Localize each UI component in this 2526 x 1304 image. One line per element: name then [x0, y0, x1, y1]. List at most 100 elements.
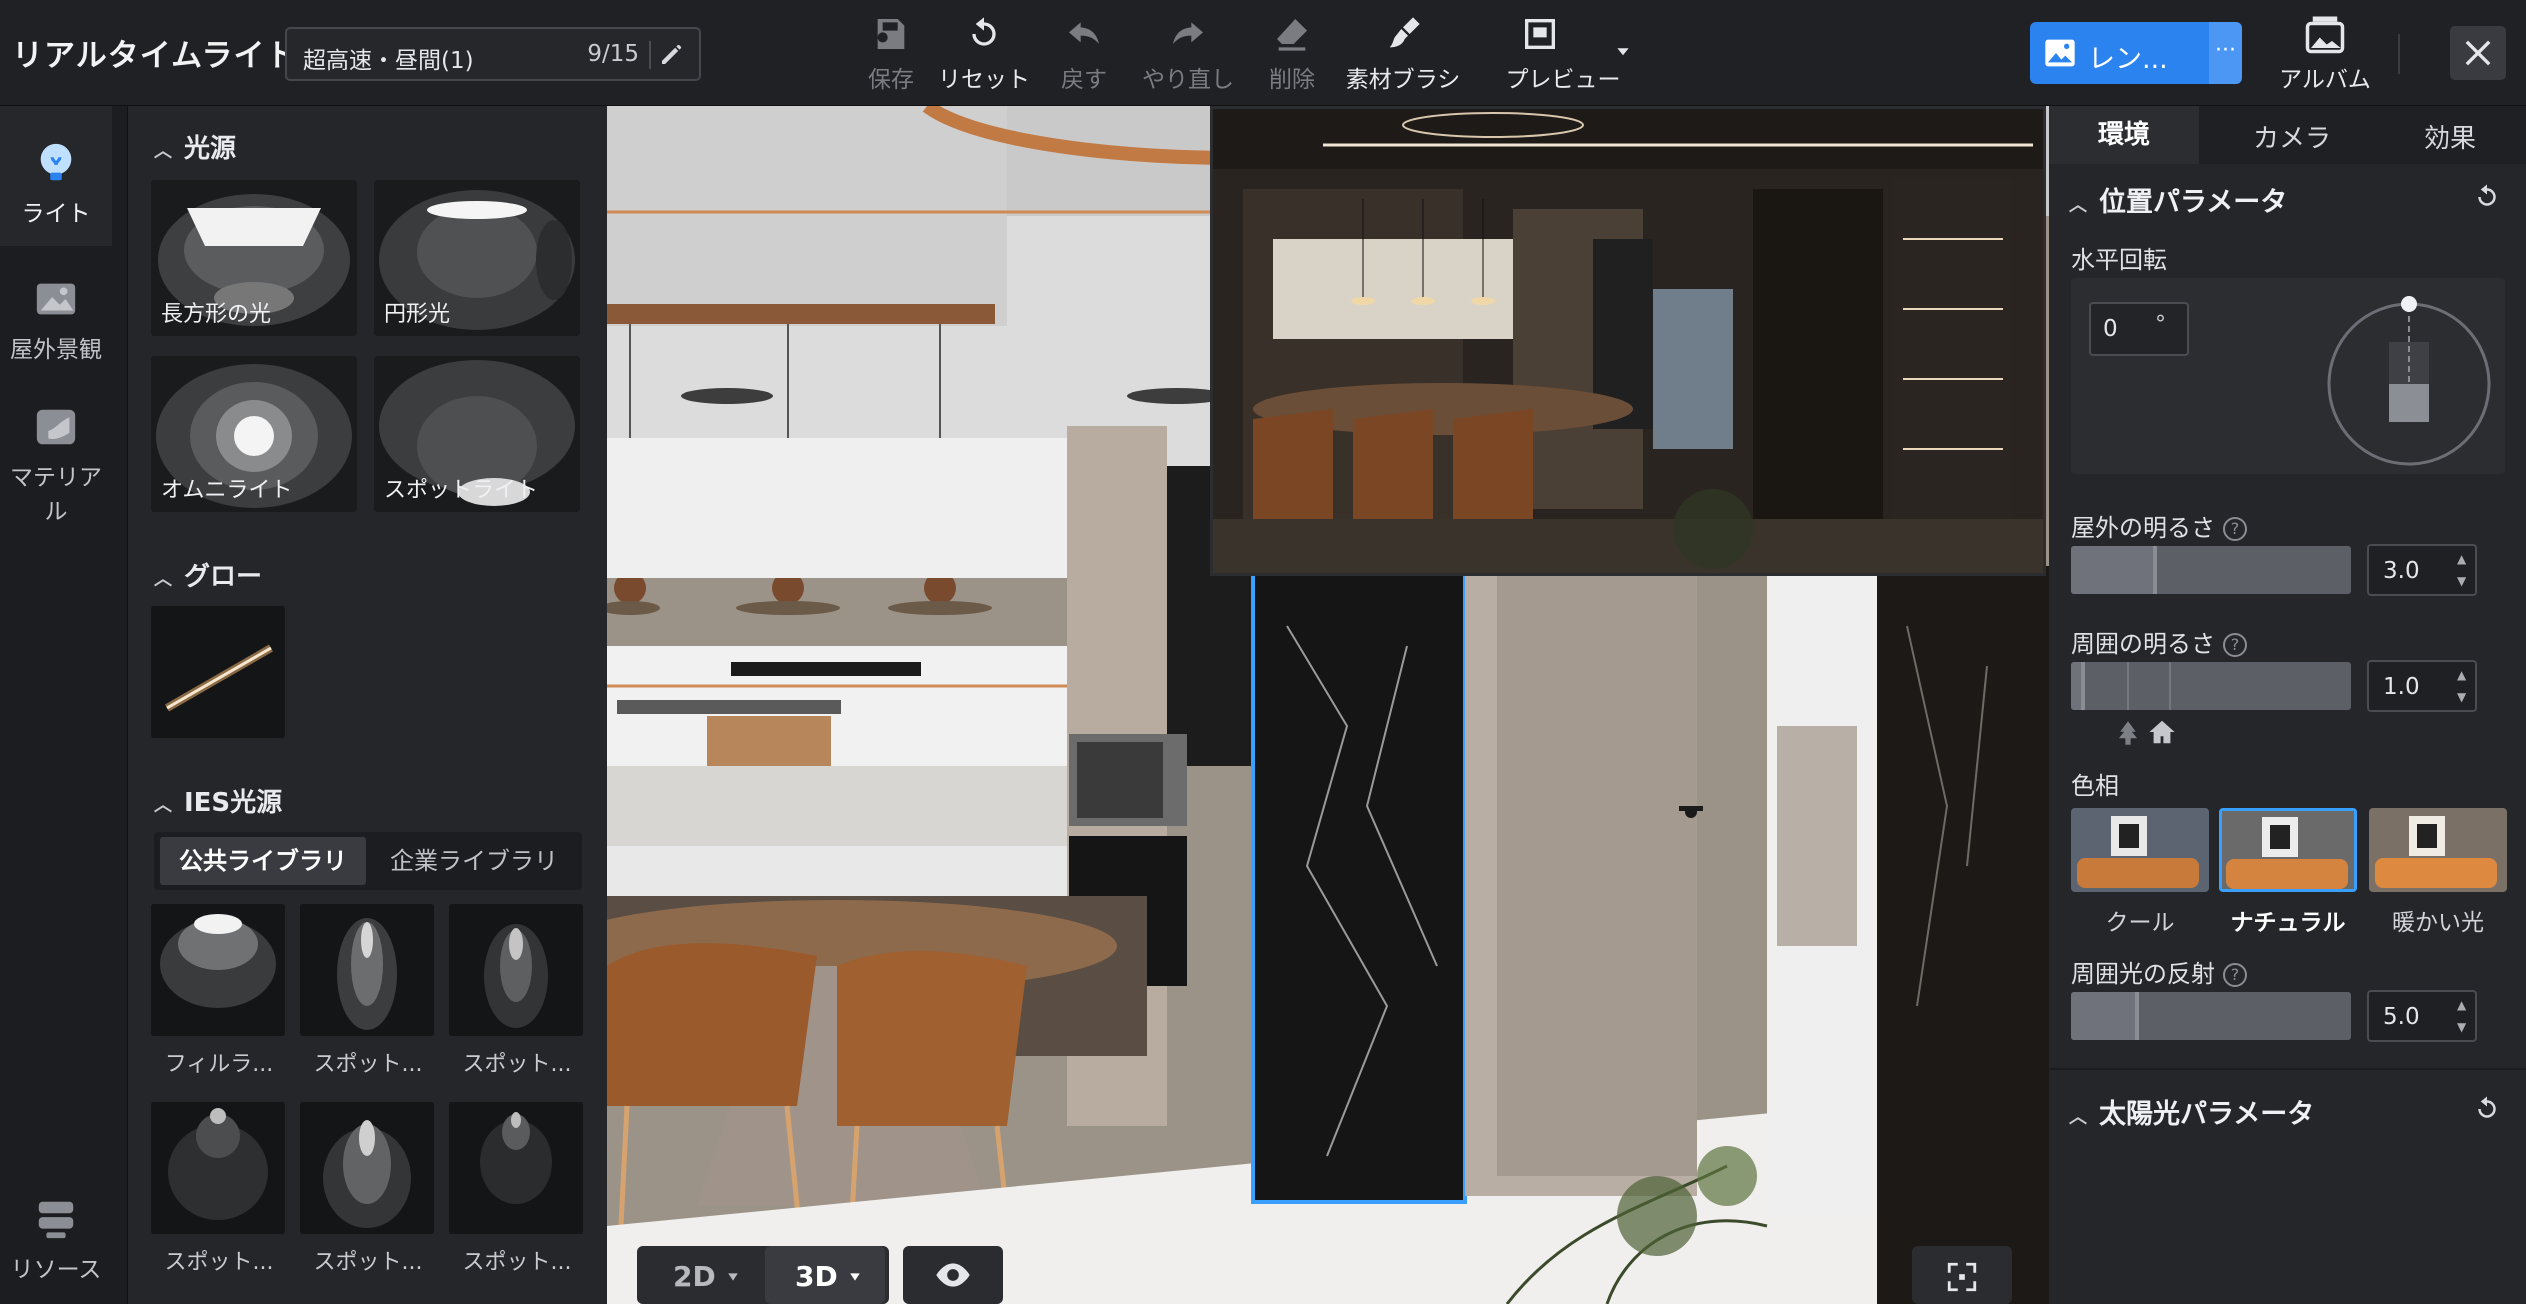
- slider-handle[interactable]: [2081, 662, 2085, 710]
- left-rail: ライト 屋外景観 マテリアル リソース: [0, 106, 128, 1304]
- ies-tile-5[interactable]: [300, 1102, 434, 1234]
- tab-public-library[interactable]: 公共ライブラリ: [160, 837, 366, 885]
- section-sunlight[interactable]: ︿ 太陽光パラメータ: [2069, 1092, 2314, 1131]
- home-icon: [2149, 720, 2175, 744]
- glow-tile-line[interactable]: [151, 606, 285, 738]
- hue-option-warm[interactable]: [2369, 808, 2507, 892]
- hue-label-cool: クール: [2105, 910, 2175, 936]
- preview-window[interactable]: [1210, 106, 2046, 576]
- app-title: リアルタイムライト: [12, 38, 298, 74]
- ies-label-1: フィルラ...: [164, 1052, 274, 1077]
- section-position[interactable]: ︿ 位置パラメータ: [2069, 180, 2287, 219]
- section-light-source[interactable]: ︿ 光源: [154, 128, 236, 165]
- chevron-up-icon: ︿: [154, 569, 172, 590]
- light-tile-spot[interactable]: スポットライト: [374, 356, 580, 512]
- hue-option-cool[interactable]: [2071, 808, 2209, 892]
- slider-handle[interactable]: [2153, 546, 2157, 594]
- ambient-reflection-input[interactable]: 5.0 ▲ ▼: [2367, 990, 2477, 1042]
- chevron-down-icon[interactable]: [1616, 44, 1630, 58]
- ies-spot-preview: [300, 904, 434, 1036]
- preview-button[interactable]: プレビュー: [1494, 14, 1632, 94]
- slider-handle[interactable]: [2135, 992, 2139, 1040]
- decrement-icon[interactable]: ▼: [2457, 690, 2471, 704]
- tab-camera[interactable]: カメラ: [2217, 118, 2367, 155]
- reset-button[interactable]: リセット: [936, 14, 1032, 94]
- resource-icon: [38, 1201, 74, 1239]
- rotation-input[interactable]: 0 °: [2089, 302, 2189, 356]
- delete-button[interactable]: 削除: [1262, 14, 1322, 94]
- help-icon[interactable]: ?: [2223, 517, 2247, 541]
- rotation-dial[interactable]: [2321, 292, 2497, 468]
- hue-option-natural[interactable]: [2219, 808, 2357, 892]
- close-icon: [2465, 40, 2491, 66]
- ies-spot-preview: [449, 1102, 583, 1234]
- natural-preview: [2222, 811, 2354, 889]
- outdoor-brightness-slider[interactable]: [2071, 546, 2351, 594]
- increment-icon[interactable]: ▲: [2457, 552, 2471, 566]
- slider-tick: [2127, 662, 2129, 710]
- fullscreen-button[interactable]: [1912, 1246, 2012, 1304]
- ambient-reflection-slider[interactable]: [2071, 992, 2351, 1040]
- ies-label-4: スポット...: [164, 1250, 274, 1275]
- undo-icon: [1069, 22, 1099, 44]
- album-button[interactable]: アルバム: [2270, 14, 2380, 94]
- visibility-button[interactable]: [903, 1246, 1003, 1304]
- hue-label-natural: ナチュラル: [2230, 910, 2346, 936]
- chevron-up-icon: ︿: [154, 795, 172, 816]
- reset-icon: [972, 17, 996, 46]
- mode-2d-button[interactable]: 2D: [641, 1246, 761, 1304]
- decrement-icon[interactable]: ▼: [2457, 574, 2471, 588]
- ambient-brightness-input[interactable]: 1.0 ▲ ▼: [2367, 660, 2477, 712]
- increment-icon[interactable]: ▲: [2457, 998, 2471, 1012]
- redo-icon: [1173, 22, 1203, 44]
- ies-tile-4[interactable]: [151, 1102, 285, 1234]
- material-brush-button[interactable]: 素材ブラシ: [1345, 14, 1461, 94]
- eye-icon: [936, 1263, 970, 1287]
- save-button[interactable]: 保存: [858, 14, 924, 94]
- brush-icon: [1389, 17, 1420, 48]
- reset-icon[interactable]: [2471, 182, 2503, 212]
- render-more-button[interactable]: ···: [2209, 22, 2242, 84]
- tab-effects[interactable]: 効果: [2375, 118, 2525, 155]
- scene-selector[interactable]: 超高速・昼間(1) 9/15: [285, 27, 701, 81]
- light-tile-rectangle[interactable]: 長方形の光: [151, 180, 357, 336]
- increment-icon[interactable]: ▲: [2457, 668, 2471, 682]
- ies-label-5: スポット...: [313, 1250, 423, 1275]
- redo-button[interactable]: やり直し: [1140, 14, 1236, 94]
- tab-environment[interactable]: 環境: [2049, 106, 2199, 164]
- help-icon[interactable]: ?: [2223, 963, 2247, 987]
- outdoor-brightness-input[interactable]: 3.0 ▲ ▼: [2367, 544, 2477, 596]
- help-icon[interactable]: ?: [2223, 633, 2247, 657]
- hue-label-warm: 暖かい光: [2392, 910, 2484, 936]
- light-tile-omni[interactable]: オムニライト: [151, 356, 357, 512]
- ies-tile-3[interactable]: [449, 904, 583, 1036]
- ambient-brightness-slider[interactable]: [2071, 662, 2351, 710]
- ies-spot-preview: [151, 1102, 285, 1234]
- decrement-icon[interactable]: ▼: [2457, 1020, 2471, 1034]
- close-button[interactable]: [2450, 26, 2506, 80]
- pencil-icon[interactable]: [657, 39, 687, 69]
- ies-tile-1[interactable]: [151, 904, 285, 1036]
- glow-line-preview: [151, 606, 285, 738]
- section-divider: [2049, 1068, 2526, 1070]
- mode-3d-button[interactable]: 3D: [765, 1246, 885, 1304]
- section-glow[interactable]: ︿ グロー: [154, 556, 262, 593]
- light-tile-circular[interactable]: 円形光: [374, 180, 580, 336]
- tab-enterprise-library[interactable]: 企業ライブラリ: [372, 837, 576, 885]
- ies-tile-2[interactable]: [300, 904, 434, 1036]
- reset-icon[interactable]: [2471, 1094, 2503, 1124]
- ies-label-3: スポット...: [462, 1052, 572, 1077]
- slider-tick: [2169, 662, 2171, 710]
- property-tabs: 環境 カメラ 効果: [2049, 106, 2526, 164]
- undo-button[interactable]: 戻す: [1052, 14, 1116, 94]
- rotation-label: 水平回転: [2071, 246, 2167, 274]
- rail-item-outdoor[interactable]: 屋外景観: [0, 276, 112, 364]
- rail-item-light[interactable]: ライト: [0, 106, 112, 246]
- rail-item-material[interactable]: マテリアル: [0, 404, 112, 526]
- slider-fill: [2071, 992, 2139, 1040]
- rail-item-resource[interactable]: リソース: [0, 1196, 112, 1284]
- ies-tile-6[interactable]: [449, 1102, 583, 1234]
- section-ies[interactable]: ︿ IES光源: [154, 782, 282, 819]
- properties-panel: 環境 カメラ 効果 ︿ 位置パラメータ 水平回転 0 ° 屋外の明るさ? 3.0 …: [2049, 106, 2526, 1304]
- light-panel: ︿ 光源 長方形の光 円形光 オムニライト スポットライト ︿ グロー ︿ IES光源…: [128, 106, 607, 1304]
